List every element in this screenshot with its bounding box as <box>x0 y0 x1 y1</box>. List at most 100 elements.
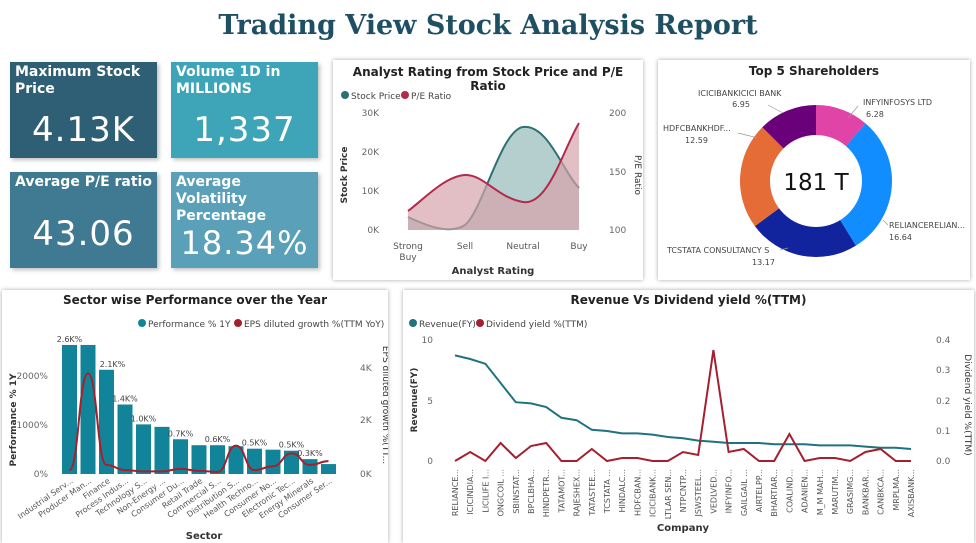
sector-performance-chart[interactable]: Sector wise Performance over the Year Pe… <box>2 290 388 543</box>
company-x-tick: INFYINFO... <box>725 469 734 513</box>
slice-label-value: 6.28 <box>866 110 884 119</box>
kpi-label: Average Volatility Percentage <box>176 174 267 224</box>
slice-label-value: 12.59 <box>685 136 708 145</box>
company-x-tick: AIRTELPP... <box>755 469 764 512</box>
y-right-tick: 200 <box>609 109 626 119</box>
donut-center-value: 181 T <box>783 170 849 196</box>
y-left-tick: 1000% <box>17 421 49 431</box>
kpi-value: 1,337 <box>193 110 296 150</box>
slice-label-name: TCSTATA CONSULTANCY S <box>666 246 769 255</box>
revenue-plot: Revenue(FY) Dividend yield %(TTM) 10 5 0… <box>409 319 972 534</box>
x-axis-label: Sector <box>186 531 223 542</box>
sector-bar[interactable] <box>265 449 281 474</box>
company-x-tick: VEDLVED... <box>709 469 718 514</box>
y-right-tick: 0.4 <box>936 336 951 346</box>
sector-bar[interactable] <box>99 369 114 474</box>
company-x-tick: HDFCBAN... <box>633 469 642 516</box>
sector-data-label: 1.0K% <box>131 414 157 423</box>
x-tick-strong-buy: Strong <box>393 242 423 252</box>
kpi-label: Maximum Stock Price <box>15 64 141 97</box>
y-right-tick: 0.2 <box>936 397 950 407</box>
slice-label-name: ICICIBANKICICI BANK <box>698 89 782 98</box>
company-x-tick: HINDALC... <box>618 469 627 513</box>
shareholders-chart[interactable]: Top 5 Shareholders 181 T ICICIBANKICICI … <box>658 60 970 280</box>
revenue-line <box>454 354 912 450</box>
company-x-tick: BPCLBHA... <box>527 469 536 514</box>
y-left-tick: 0% <box>34 470 49 480</box>
y-right-axis-label: EPS diluted growth %(TT... <box>380 346 388 464</box>
y-right-tick: 0.1 <box>936 427 950 437</box>
x-tick-strong-buy-2: Buy <box>399 253 417 263</box>
slice-label-value: 6.95 <box>732 100 750 109</box>
company-x-tick: JSWSTEEL... <box>694 469 703 518</box>
kpi-avg-pe[interactable]: Average P/E ratio 43.06 <box>10 172 157 268</box>
company-x-tick: TATAMOT... <box>557 469 566 514</box>
company-x-tick: BHARTIAR... <box>770 469 779 517</box>
kpi-value: 43.06 <box>32 214 135 254</box>
y-left-axis-label: Stock Price <box>340 147 350 204</box>
sector-bar[interactable] <box>80 344 96 474</box>
y-right-axis-label: P/E Ratio <box>632 155 642 196</box>
y-right-tick: 0K <box>360 470 373 480</box>
y-right-tick: 2K <box>360 416 373 426</box>
analyst-rating-chart[interactable]: Analyst Rating from Stock Price and P/E … <box>333 60 643 280</box>
legend-marker-dividend <box>476 319 484 327</box>
y-left-tick: 0 <box>427 457 433 467</box>
company-x-tick: GAILGAIL ... <box>740 469 749 516</box>
company-x-tick: ADANIEN... <box>801 469 810 513</box>
y-right-axis-label: Dividend yield %(TTM) <box>962 354 972 455</box>
y-left-tick: 20K <box>362 148 380 158</box>
slice-label-name: INFYINFOSYS LTD <box>863 98 932 107</box>
leader-line <box>737 132 759 139</box>
x-axis-label: Analyst Rating <box>452 266 535 277</box>
company-x-tick: ICICINDIA... <box>466 469 475 515</box>
legend-marker-revenue <box>409 319 417 327</box>
slice-label-name: RELIANCERELIAN... <box>889 221 965 230</box>
company-x-tick: MRPLMA... <box>892 469 901 511</box>
y-left-tick: 10K <box>362 187 380 197</box>
y-left-axis-label: Performance % 1Y <box>9 373 19 467</box>
kpi-label: Volume 1D in MILLIONS <box>176 64 281 97</box>
y-left-tick: 2000% <box>17 372 49 382</box>
slice-label-value: 13.17 <box>752 258 775 267</box>
company-x-tick: SBINSTAT... <box>512 469 521 514</box>
sector-bar[interactable] <box>136 424 151 474</box>
sector-bar[interactable] <box>321 464 336 474</box>
legend-marker-pe-ratio <box>401 91 409 99</box>
company-x-tick: BANKBAR... <box>861 469 870 515</box>
dividend-line <box>454 349 911 463</box>
x-axis-label: Company <box>657 523 710 534</box>
company-x-tick: ICICIBANK... <box>649 469 658 517</box>
company-x-tick: TCSTATA ... <box>603 469 612 514</box>
legend-marker-performance <box>138 319 146 327</box>
kpi-value: 18.34% <box>180 224 309 262</box>
x-tick: Buy <box>570 242 588 252</box>
y-right-tick: 0.0 <box>936 457 951 467</box>
legend-marker-stock-price <box>341 91 349 99</box>
y-left-axis-label: Revenue(FY) <box>410 368 420 433</box>
legend-dividend: Dividend yield %(TTM) <box>486 320 587 330</box>
kpi-label: Average P/E ratio <box>15 174 152 190</box>
company-x-tick: ONGCOIL ... <box>497 469 506 516</box>
y-left-tick: 10 <box>422 336 434 346</box>
y-right-tick: 150 <box>609 168 626 178</box>
leader-line <box>767 104 784 114</box>
company-x-tick: MARUTIM... <box>831 469 840 515</box>
kpi-avg-volatility[interactable]: Average Volatility Percentage 18.34% <box>171 172 318 268</box>
company-x-tick: AXISBANK... <box>907 469 916 517</box>
sector-data-label: 0.7K% <box>168 429 194 438</box>
sector-plot: Performance % 1Y EPS diluted growth %(TT… <box>9 319 388 542</box>
slice-label-name: HDFCBANKHDF... <box>663 124 731 133</box>
kpi-max-stock-price[interactable]: Maximum Stock Price 4.13K <box>10 62 157 158</box>
sector-bar[interactable] <box>302 459 318 474</box>
kpi-value: 4.13K <box>32 110 135 150</box>
revenue-dividend-chart[interactable]: Revenue Vs Dividend yield %(TTM) Revenue… <box>403 290 974 543</box>
x-tick: Sell <box>457 242 473 252</box>
sector-data-label: 0.3K% <box>297 449 323 458</box>
legend-marker-eps <box>234 319 242 327</box>
sector-data-label: 2.1K% <box>100 360 126 369</box>
y-right-tick: 4K <box>360 364 373 374</box>
analyst-rating-plot: Stock Price P/E Ratio 30K 20K 10K 0K 200… <box>340 91 642 277</box>
kpi-volume[interactable]: Volume 1D in MILLIONS 1,337 <box>171 62 318 158</box>
legend-eps: EPS diluted growth %(TTM YoY) <box>244 320 384 330</box>
